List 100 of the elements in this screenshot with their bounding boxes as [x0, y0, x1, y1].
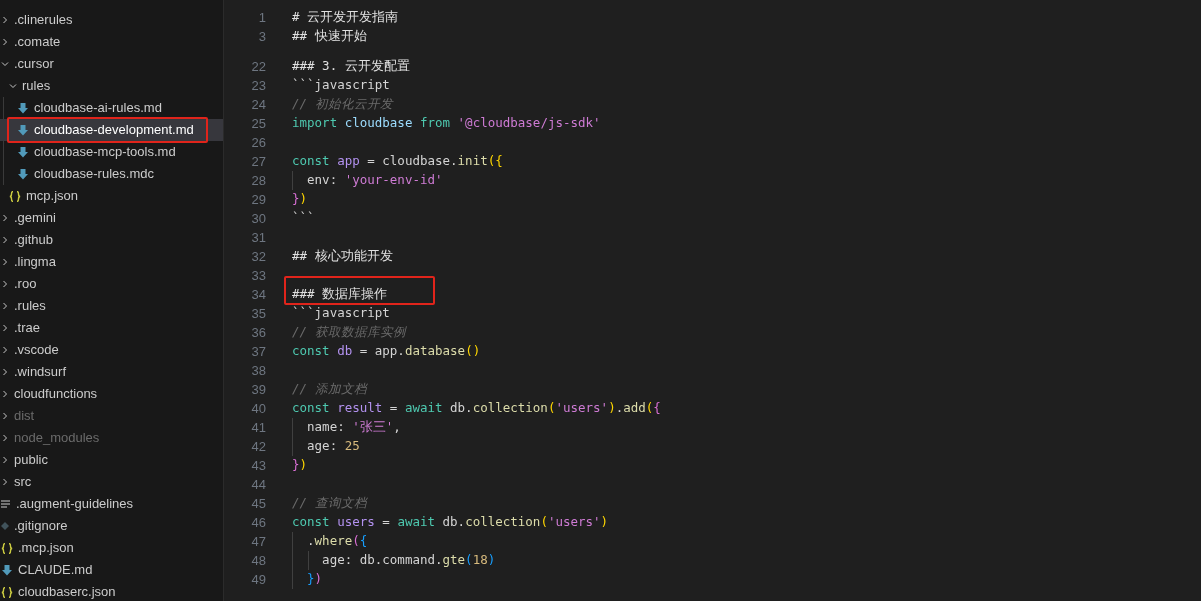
code-line: // 查询文档: [292, 494, 367, 513]
chevron-right-icon: [1, 324, 9, 332]
code-line: ### 数据库操作: [292, 285, 388, 304]
code-line: age: 25: [306, 437, 360, 456]
chevron-down-icon: [9, 82, 17, 90]
line-number: 49: [250, 570, 266, 589]
arrow-down-icon: [17, 168, 29, 180]
arrow-down-icon: [1, 564, 13, 576]
chevron-right-icon: [1, 434, 9, 442]
line-number: 41: [250, 418, 266, 437]
line-number: 35: [250, 304, 266, 323]
line-number: 31: [250, 228, 266, 247]
folder-item[interactable]: .roo: [0, 273, 223, 295]
folder-item[interactable]: public: [0, 449, 223, 471]
chevron-right-icon: [1, 280, 9, 288]
line-number: 24: [250, 95, 266, 114]
braces-icon: [1, 586, 13, 598]
line-number: 46: [250, 513, 266, 532]
line-number: 48: [250, 551, 266, 570]
code-line: import cloudbase from '@cloudbase/js-sdk': [292, 114, 601, 133]
folder-item[interactable]: .github: [0, 229, 223, 251]
code-line: }): [292, 190, 308, 209]
folder-item[interactable]: .comate: [0, 31, 223, 53]
code-line: .where({: [306, 532, 368, 551]
chevron-down-icon: [1, 60, 9, 68]
folder-item[interactable]: .lingma: [0, 251, 223, 273]
file-item[interactable]: cloudbaserc.json: [0, 581, 223, 601]
folder-item[interactable]: src: [0, 471, 223, 493]
line-number: 30: [250, 209, 266, 228]
folder-item[interactable]: .clinerules: [0, 9, 223, 31]
file-item[interactable]: CLAUDE.md: [0, 559, 223, 581]
chevron-right-icon: [1, 478, 9, 486]
line-number: 25: [250, 114, 266, 133]
file-item[interactable]: .mcp.json: [0, 537, 223, 559]
file-item[interactable]: .augment-guidelines: [0, 493, 223, 515]
code-line: const result = await db.collection('users').add({: [292, 399, 661, 418]
line-number: 23: [250, 76, 266, 95]
line-number: 28: [250, 171, 266, 190]
folder-item[interactable]: .rules: [0, 295, 223, 317]
code-line: ## 核心功能开发: [292, 247, 393, 266]
folder-item[interactable]: rules: [0, 75, 223, 97]
chevron-right-icon: [1, 38, 9, 46]
line-number: 32: [250, 247, 266, 266]
chevron-right-icon: [1, 214, 9, 222]
folder-item[interactable]: cloudfunctions: [0, 383, 223, 405]
lines-icon: [1, 499, 11, 509]
line-number: 29: [250, 190, 266, 209]
line-number: 38: [250, 361, 266, 380]
chevron-right-icon: [1, 456, 9, 464]
line-number: 44: [250, 475, 266, 494]
diamond-icon: [1, 522, 9, 530]
folder-item[interactable]: .windsurf: [0, 361, 223, 383]
code-line: // 添加文档: [292, 380, 367, 399]
folder-item[interactable]: .vscode: [0, 339, 223, 361]
line-number: 22: [250, 57, 266, 76]
folder-item[interactable]: .trae: [0, 317, 223, 339]
line-number: 36: [250, 323, 266, 342]
line-number: 39: [250, 380, 266, 399]
folder-item[interactable]: .cursor: [0, 53, 223, 75]
code-line: const db = app.database(): [292, 342, 481, 361]
code-line: // 初始化云开发: [292, 95, 393, 114]
file-item[interactable]: .gitignore: [0, 515, 223, 537]
file-item[interactable]: cloudbase-ai-rules.md: [0, 97, 223, 119]
chevron-right-icon: [1, 412, 9, 420]
braces-icon: [1, 542, 13, 554]
code-line: ```javascript: [292, 76, 390, 95]
line-number: 40: [250, 399, 266, 418]
chevron-right-icon: [1, 390, 9, 398]
folder-item[interactable]: .gemini: [0, 207, 223, 229]
braces-icon: [9, 190, 21, 202]
code-line: // 获取数据库实例: [292, 323, 406, 342]
line-number: 37: [250, 342, 266, 361]
code-line: ```javascript: [292, 304, 390, 323]
code-line: const users = await db.collection('users'): [292, 513, 609, 532]
arrow-down-icon: [17, 146, 29, 158]
chevron-right-icon: [1, 16, 9, 24]
line-number: 26: [250, 133, 266, 152]
file-item[interactable]: cloudbase-mcp-tools.md: [0, 141, 223, 163]
sticky-heading: ## 快速开始: [292, 27, 367, 46]
line-number: 43: [250, 456, 266, 475]
line-number: 45: [250, 494, 266, 513]
chevron-right-icon: [1, 368, 9, 376]
chevron-right-icon: [1, 346, 9, 354]
line-number: 27: [250, 152, 266, 171]
code-line: env: 'your-env-id': [306, 171, 443, 190]
chevron-right-icon: [1, 258, 9, 266]
code-line: name: '张三',: [306, 418, 401, 437]
code-line: }): [306, 570, 323, 589]
file-item[interactable]: cloudbase-rules.mdc: [0, 163, 223, 185]
line-number: 47: [250, 532, 266, 551]
line-number: 3: [257, 27, 266, 46]
file-item[interactable]: mcp.json: [0, 185, 223, 207]
line-number: 1: [257, 8, 266, 27]
file-item[interactable]: cloudbase-development.md: [0, 119, 223, 141]
arrow-down-icon: [17, 102, 29, 114]
line-number: 33: [250, 266, 266, 285]
code-line: const app = cloudbase.init({: [292, 152, 503, 171]
code-line: ```: [292, 209, 315, 228]
code-line: ### 3. 云开发配置: [292, 57, 410, 76]
chevron-right-icon: [1, 302, 9, 310]
